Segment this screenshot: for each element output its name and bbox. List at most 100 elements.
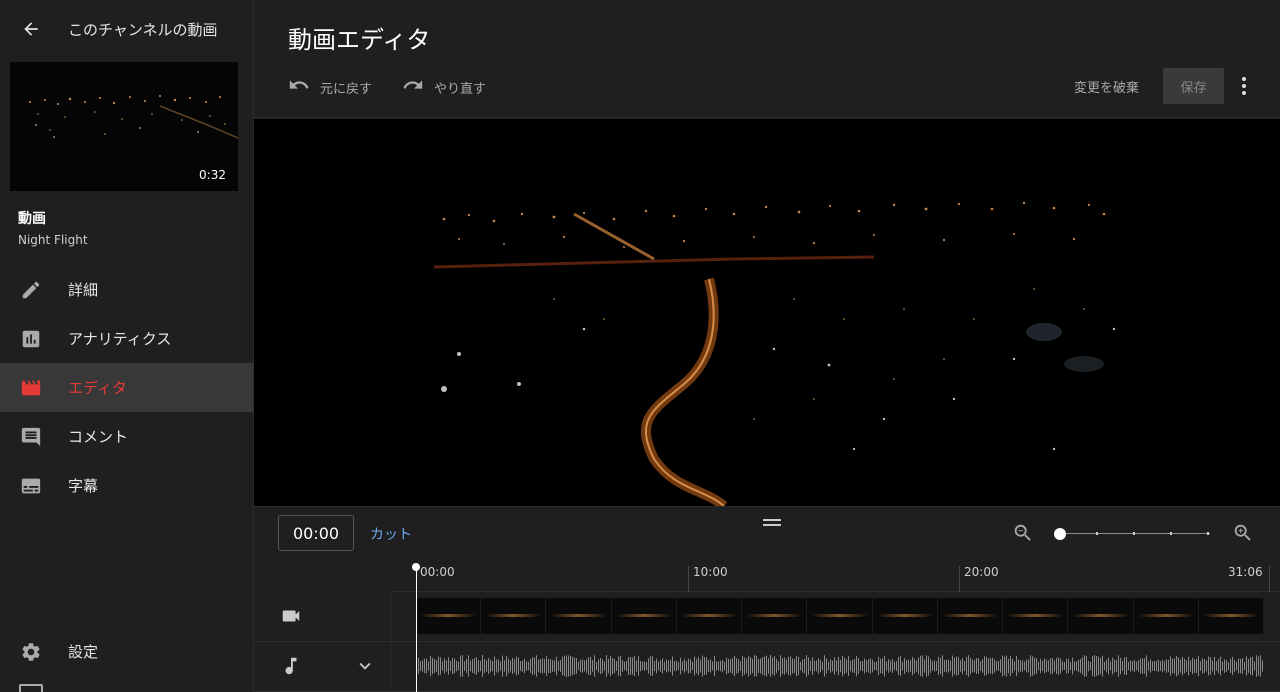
waveform-bar [1116,659,1117,673]
filmstrip-frame [1003,598,1069,634]
undo-button[interactable]: 元に戻す [288,74,372,100]
sidebar-item-subtitles[interactable]: 字幕 [0,461,253,510]
save-button[interactable]: 保存 [1163,68,1224,104]
sidebar-item-label: 設定 [68,643,99,661]
waveform-bar [434,659,435,673]
music-note-icon [280,655,302,681]
redo-button[interactable]: やり直す [402,74,486,100]
video-preview[interactable] [254,119,1280,506]
waveform-bar [546,656,547,676]
waveform-bar [536,655,537,677]
waveform-bar [1242,658,1243,674]
waveform-bar [788,656,789,676]
waveform-bar [1126,657,1127,675]
waveform-bar [548,658,549,674]
channel-videos-link[interactable]: このチャンネルの動画 [68,19,218,40]
waveform-bar [918,657,919,675]
playhead[interactable] [416,564,417,692]
waveform-bar [654,660,655,672]
zoom-in-icon[interactable] [1232,522,1254,548]
waveform-bar [1140,658,1141,674]
timeline[interactable]: 00:00 10:00 20:00 31:06 [254,560,1280,692]
waveform-bar [792,658,793,674]
waveform-bar [506,655,507,677]
discard-changes-button[interactable]: 変更を破棄 [1074,77,1139,96]
zoom-slider[interactable] [1054,524,1214,544]
back-arrow-icon[interactable] [20,18,42,40]
sidebar-item-analytics[interactable]: アナリティクス [0,314,253,363]
waveform-bar [576,658,577,674]
waveform-bar [940,657,941,675]
resize-handle-icon[interactable] [763,519,781,531]
audio-track [254,642,1280,692]
waveform-bar [1008,658,1009,674]
sidebar-item-settings[interactable]: 設定 [0,627,253,676]
waveform-bar [1120,657,1121,675]
sidebar-item-comments[interactable]: コメント [0,412,253,461]
waveform-bar [1020,660,1021,672]
waveform-bar [1102,655,1103,677]
timeline-ruler[interactable]: 00:00 10:00 20:00 31:06 [390,560,1280,592]
waveform-bar [438,656,439,676]
waveform-bar [1156,660,1157,672]
waveform-bar [490,659,491,673]
waveform-bar [878,656,879,676]
waveform-bar [1236,661,1237,671]
zoom-slider-thumb[interactable] [1054,528,1066,540]
waveform-bar [1070,661,1071,671]
pencil-icon [19,278,43,302]
waveform-bar [836,660,837,672]
redo-label: やり直す [434,81,487,97]
playhead-handle[interactable] [412,563,420,571]
waveform-bar [1090,661,1091,671]
waveform-bar [1002,655,1003,677]
waveform-bar [528,661,529,671]
chevron-down-icon[interactable] [354,655,376,681]
waveform-bar [512,657,513,675]
waveform-bar [492,660,493,672]
current-time-input[interactable]: 00:00 [278,515,354,551]
waveform-bar [730,659,731,673]
waveform-bar [430,655,431,677]
waveform-bar [1180,659,1181,673]
waveform-bar [936,661,937,671]
waveform-bar [898,656,899,676]
waveform-bar [1194,658,1195,674]
waveform-bar [924,659,925,673]
more-options-icon[interactable] [1234,74,1254,98]
waveform-bar [1244,661,1245,671]
audio-waveform[interactable] [416,653,1264,679]
waveform-bar [636,660,637,672]
waveform-bar [694,656,695,676]
waveform-bar [984,656,985,676]
waveform-bar [908,659,909,673]
waveform-bar [868,659,869,673]
waveform-bar [986,656,987,676]
waveform-bar [462,655,463,677]
waveform-bar [504,660,505,672]
waveform-bar [480,660,481,672]
editor-main: 動画エディタ 元に戻す やり直す 変更を破棄 保存 00:00 カット 00:0… [254,0,1280,692]
zoom-out-icon[interactable] [1012,522,1034,548]
waveform-bar [1022,660,1023,672]
video-filmstrip[interactable] [416,598,1265,634]
waveform-bar [816,660,817,672]
waveform-bar [532,657,533,675]
video-thumbnail[interactable]: 0:32 [10,62,238,191]
page-title: 動画エディタ [288,26,431,54]
sidebar-item-editor[interactable]: エディタ [0,363,253,412]
waveform-bar [862,660,863,672]
waveform-bar [876,661,877,671]
waveform-bar [834,657,835,675]
waveform-bar [498,659,499,673]
waveform-bar [1196,658,1197,674]
waveform-bar [692,661,693,671]
waveform-bar [712,661,713,671]
video-track-header [254,592,391,641]
sidebar-item-details[interactable]: 詳細 [0,265,253,314]
waveform-bar [690,659,691,673]
feedback-icon[interactable] [19,684,43,692]
cut-button[interactable]: カット [370,524,412,544]
waveform-bar [1246,656,1247,676]
waveform-bar [682,661,683,671]
